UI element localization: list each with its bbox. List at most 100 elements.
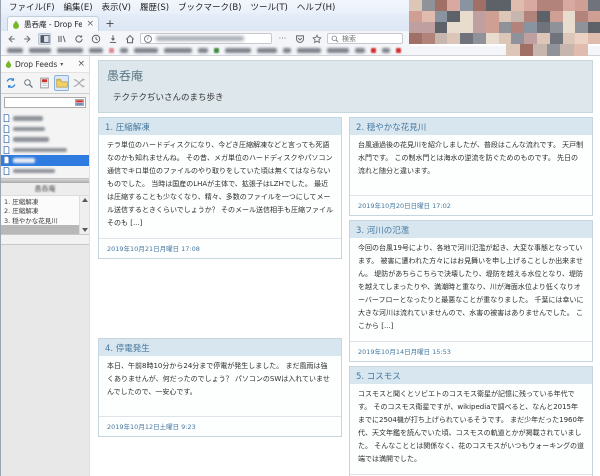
article-body: 本日、午前8時10分から24分まで停電が発生しました。 まだ風雨は強くありません… <box>99 356 341 416</box>
cards-columns: 1. 圧縮解凍 テラ単位のハードディスクになり、今どき圧縮解凍などと言っても死語… <box>98 117 593 476</box>
feed-page-header: 愚呑庵 テクテクぢいさんのまち歩き <box>98 60 593 113</box>
feed-filter-section <box>1 94 89 112</box>
bookmark-item-redacted[interactable] <box>283 48 291 53</box>
article-title[interactable]: 3. 河川の氾濫 <box>350 221 592 238</box>
article-card[interactable]: 4. 停電発生 本日、午前8時10分から24分まで停電が発生しました。 まだ風雨… <box>98 338 342 437</box>
bookmark-item-redacted[interactable] <box>355 48 365 53</box>
article-card[interactable]: 1. 圧縮解凍 テラ単位のハードディスクになり、今どき圧縮解凍などと言っても死語… <box>98 117 342 259</box>
menu-bar: ファイル(F) 編集(E) 表示(V) 履歴(S) ブックマーク(B) ツール(… <box>1 0 411 14</box>
bookmark-favicon[interactable] <box>371 48 376 53</box>
menu-history[interactable]: 履歴(S) <box>136 0 173 14</box>
bookmark-favicon[interactable] <box>109 48 114 53</box>
feeds-search-button[interactable] <box>21 75 36 91</box>
article-list-item[interactable]: 2. 圧縮解凍 <box>1 206 89 216</box>
filter-icon <box>75 99 84 106</box>
article-title[interactable]: 4. 停電発生 <box>99 339 341 356</box>
url-bar[interactable]: i <box>140 33 272 44</box>
censored-mosaic-region <box>409 0 600 44</box>
tab-bar: 愚呑庵 - Drop Feeds × + <box>1 14 411 31</box>
feed-doc-icon <box>3 135 10 143</box>
article-card[interactable]: 5. コスモス コスモスと聞くとソビエトのコスモス衛星が記憶に残っている年代です… <box>349 366 593 476</box>
bookmark-item-redacted[interactable] <box>7 48 23 53</box>
library-button[interactable] <box>55 33 68 45</box>
article-list-scrollbar[interactable] <box>79 196 89 234</box>
menu-bookmarks[interactable]: ブックマーク(B) <box>174 0 245 14</box>
feed-tree-item[interactable] <box>1 145 89 156</box>
download-button[interactable] <box>106 33 119 45</box>
article-list-item[interactable]: 3. 穏やかな花見川 <box>1 215 89 225</box>
bookmark-item-redacted[interactable] <box>225 48 251 53</box>
sidebar-empty-panel <box>1 244 89 476</box>
article-body: コスモスと聞くとソビエトのコスモス衛星が記憶に残っている年代です。 そのコスモス… <box>350 384 592 474</box>
sidebar-dropdown-icon[interactable]: ▾ <box>60 61 74 68</box>
shuffle-disabled-button[interactable] <box>71 75 86 91</box>
bookmark-favicon[interactable] <box>396 48 401 53</box>
feed-tree-item[interactable] <box>1 113 89 124</box>
article-title[interactable]: 1. 圧縮解凍 <box>99 118 341 135</box>
bookmark-item-redacted[interactable] <box>164 48 192 53</box>
search-bar[interactable] <box>327 33 403 44</box>
feed-content-main: 愚呑庵 テクテクぢいさんのまち歩き 1. 圧縮解凍 テラ単位のハードディスクにな… <box>90 56 600 476</box>
search-input[interactable] <box>342 35 392 43</box>
article-card[interactable]: 3. 河川の氾濫 今回の台風19号により、各地で河川氾濫が起き、大変な事態となっ… <box>349 220 593 362</box>
bookmark-item-redacted[interactable] <box>382 48 390 53</box>
censored-mosaic-strip <box>506 44 600 56</box>
menu-edit[interactable]: 編集(E) <box>60 0 97 14</box>
feed-tree-item[interactable] <box>1 134 89 145</box>
bookmark-item-redacted[interactable] <box>29 48 51 53</box>
menu-view[interactable]: 表示(V) <box>98 0 135 14</box>
reload-button[interactable] <box>72 33 85 45</box>
bookmark-item-redacted[interactable] <box>297 48 321 53</box>
selected-feed-header: 愚呑庵 <box>1 183 89 196</box>
article-list[interactable]: 1. 圧縮解凍 2. 圧縮解凍 3. 穏やかな花見川 <box>1 196 89 235</box>
new-tab-button[interactable]: + <box>102 18 118 31</box>
article-card[interactable]: 2. 穏やかな花見川 台風通過後の花見川を紹介しましたが、普段はこんな流れです。… <box>349 117 593 216</box>
scroll-up-icon[interactable] <box>82 198 88 202</box>
menu-tools[interactable]: ツール(T) <box>247 0 292 14</box>
navigation-toolbar: i ··· <box>1 31 411 46</box>
search-icon <box>331 35 339 43</box>
feeds-refresh-button[interactable] <box>4 75 19 91</box>
browser-window: ファイル(F) 編集(E) 表示(V) 履歴(S) ブックマーク(B) ツール(… <box>0 0 600 476</box>
menu-help[interactable]: ヘルプ(H) <box>293 0 340 14</box>
article-list-item-selected-redacted[interactable] <box>1 225 79 235</box>
bookmark-item-redacted[interactable] <box>257 48 277 53</box>
cards-column-left: 1. 圧縮解凍 テラ単位のハードディスクになり、今どき圧縮解凍などと言っても死語… <box>98 117 342 476</box>
content-area: Drop Feeds ▾ × <box>1 56 600 476</box>
article-body: テラ単位のハードディスクになり、今どき圧縮解凍などと言っても死語なのかも知れませ… <box>99 135 341 238</box>
bookmark-item-redacted[interactable] <box>198 48 208 53</box>
pocket-icon[interactable] <box>293 33 306 45</box>
bookmark-item-redacted[interactable] <box>134 48 158 53</box>
feed-tree[interactable] <box>1 112 89 178</box>
bookmark-item-redacted[interactable] <box>120 48 128 53</box>
article-date: 2019年10月21日月曜日 17:08 <box>99 238 341 258</box>
article-title[interactable]: 2. 穏やかな花見川 <box>350 118 592 135</box>
feed-tree-item-selected[interactable] <box>1 155 89 166</box>
drop-feeds-logo-droplet-icon <box>5 60 12 68</box>
bookmark-item-redacted[interactable] <box>327 48 349 53</box>
sidebar-close-icon[interactable]: × <box>77 59 85 69</box>
forward-button[interactable] <box>21 33 34 45</box>
home-button[interactable] <box>123 33 136 45</box>
bookmark-item-redacted[interactable] <box>89 48 103 53</box>
sidebar-toggle-button[interactable] <box>38 33 51 45</box>
site-info-icon[interactable]: i <box>144 35 152 43</box>
article-title[interactable]: 5. コスモス <box>350 367 592 384</box>
tab-close-icon[interactable]: × <box>86 20 94 28</box>
article-list-item[interactable]: 1. 圧縮解凍 <box>1 196 89 206</box>
page-actions-icon[interactable]: ··· <box>276 33 289 45</box>
bookmark-item-redacted[interactable] <box>57 48 83 53</box>
feed-tree-item[interactable] <box>1 166 89 177</box>
bookmark-star-icon[interactable] <box>310 33 323 45</box>
bookmark-favicon[interactable] <box>214 48 219 53</box>
feed-tree-item[interactable] <box>1 124 89 135</box>
back-button[interactable] <box>4 33 17 45</box>
scroll-down-icon[interactable] <box>82 228 88 232</box>
url-text-redacted <box>156 36 244 41</box>
tab-drop-feeds[interactable]: 愚呑庵 - Drop Feeds × <box>7 16 99 31</box>
folder-view-button[interactable] <box>54 75 69 91</box>
menu-file[interactable]: ファイル(F) <box>5 0 59 14</box>
feed-filter-input[interactable] <box>4 97 86 108</box>
history-clock-button[interactable] <box>89 33 102 45</box>
mark-read-button[interactable] <box>38 75 53 91</box>
